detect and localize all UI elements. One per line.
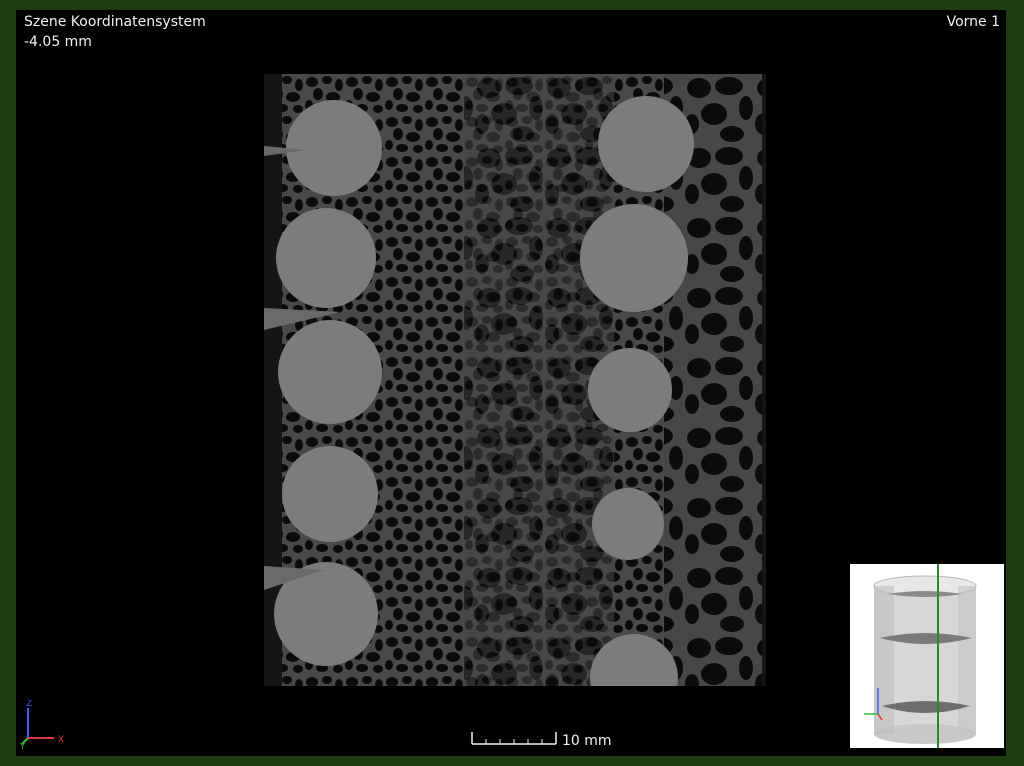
axis-z-label: Z — [26, 700, 32, 709]
scale-bar-icon — [471, 732, 557, 745]
axis-y-label: Y — [20, 742, 25, 750]
inclusion-right-2 — [580, 204, 688, 312]
scale-bar-label: 10 mm — [562, 733, 612, 749]
navigation-thumbnail[interactable] — [850, 564, 1004, 748]
inclusion-left-1 — [286, 100, 382, 196]
window-frame: Szene Koordinatensystem -4.05 mm Vorne 1 — [0, 0, 1024, 766]
axis-orientation-icon: Z X Y — [20, 700, 64, 750]
cylinder-preview-icon — [864, 564, 977, 748]
axis-x-label: X — [58, 735, 64, 745]
inclusion-right-1 — [598, 96, 694, 192]
slice-depth-value: -4.05 mm — [24, 34, 92, 50]
view-name-label: Vorne 1 — [946, 14, 1000, 30]
inclusion-right-3 — [588, 348, 672, 432]
inclusion-left-4 — [282, 446, 378, 542]
inclusion-left-2 — [276, 208, 376, 308]
inclusion-left-3 — [278, 320, 382, 424]
inclusion-right-4 — [592, 488, 664, 560]
3d-viewport[interactable]: Szene Koordinatensystem -4.05 mm Vorne 1 — [16, 10, 1006, 756]
scene-coordinate-label: Szene Koordinatensystem — [24, 14, 206, 30]
ct-slice-image[interactable] — [264, 74, 766, 686]
